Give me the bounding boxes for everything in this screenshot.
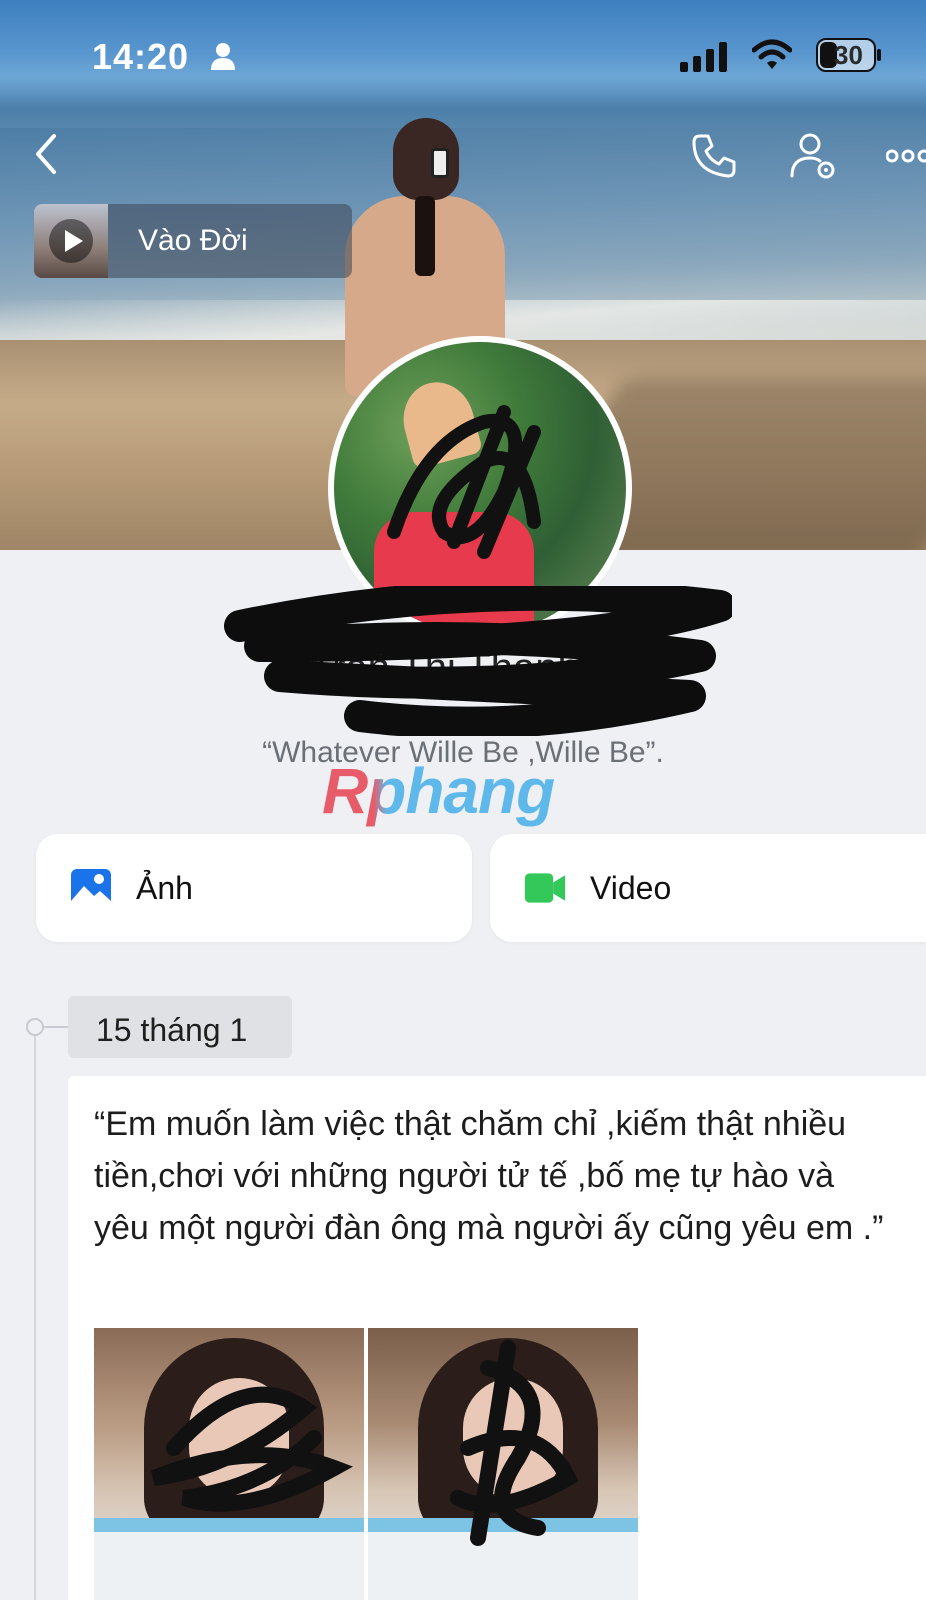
status-time: 14:20 <box>92 36 190 77</box>
timeline-dot <box>26 1018 44 1036</box>
wifi-icon <box>752 39 792 69</box>
video-button[interactable]: Video <box>490 834 926 942</box>
post-text: “Em muốn làm việc thật chăm chỉ ,kiếm th… <box>94 1105 884 1247</box>
battery-level: 30 <box>834 40 863 70</box>
signal-icon <box>680 42 727 72</box>
profile-music-chip[interactable]: Vào Đời <box>34 204 352 278</box>
timeline-date: 15 tháng 1 <box>68 996 292 1058</box>
timeline-line <box>34 1028 36 1600</box>
photos-button[interactable]: Ảnh <box>36 834 472 942</box>
photo-redaction-scribble <box>450 1340 579 1546</box>
user-settings-icon[interactable] <box>790 132 840 182</box>
name-redaction-scribble <box>224 586 732 736</box>
photo-icon <box>71 869 111 907</box>
video-camera-icon <box>524 873 566 903</box>
post-photo-2[interactable] <box>368 1328 638 1600</box>
person-icon <box>211 43 235 70</box>
phone-icon[interactable] <box>690 132 738 180</box>
timeline-post[interactable]: “Em muốn làm việc thật chăm chỉ ,kiếm th… <box>68 1076 926 1600</box>
play-icon[interactable] <box>48 218 94 264</box>
profile-name-area: Trần Thị Thanh Nhi <box>220 586 732 736</box>
timeline-connector <box>44 1026 68 1028</box>
music-title: Vào Đời <box>138 224 248 257</box>
photo-redaction-scribble <box>151 1386 354 1512</box>
video-label: Video <box>590 870 672 906</box>
watermark: Rphang <box>322 755 555 827</box>
back-icon[interactable] <box>30 132 62 176</box>
photos-label: Ảnh <box>136 870 193 906</box>
status-bar: 14:20 30 <box>0 30 926 80</box>
more-icon[interactable] <box>886 146 926 166</box>
post-photo-1[interactable] <box>94 1328 364 1600</box>
